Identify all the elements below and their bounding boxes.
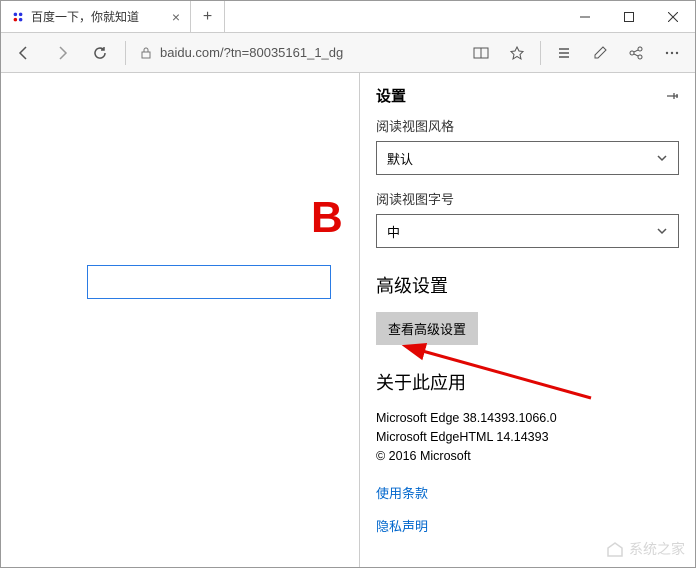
about-line-version: Microsoft Edge 38.14393.1066.0 [376, 409, 679, 428]
share-button[interactable] [619, 38, 653, 68]
separator [125, 41, 126, 65]
watermark-icon [605, 539, 625, 559]
minimize-button[interactable] [563, 1, 607, 32]
baidu-logo: B [311, 193, 342, 243]
reading-view-button[interactable] [464, 38, 498, 68]
address-bar[interactable]: baidu.com/?tn=80035161_1_dg [134, 45, 460, 60]
privacy-link[interactable]: 隐私声明 [376, 516, 679, 535]
url-text: baidu.com/?tn=80035161_1_dg [160, 45, 343, 60]
about-title: 关于此应用 [376, 369, 679, 395]
about-line-html: Microsoft EdgeHTML 14.14393 [376, 428, 679, 447]
hub-button[interactable] [547, 38, 581, 68]
about-line-copyright: © 2016 Microsoft [376, 447, 679, 466]
tab-close-icon[interactable]: × [172, 9, 180, 25]
new-tab-button[interactable]: + [191, 1, 225, 32]
pin-icon[interactable] [665, 89, 679, 103]
forward-button[interactable] [45, 38, 79, 68]
baidu-favicon-icon [11, 10, 25, 24]
back-button[interactable] [7, 38, 41, 68]
watermark: 系统之家 [605, 539, 685, 559]
close-window-button[interactable] [651, 1, 695, 32]
advanced-settings-title: 高级设置 [376, 272, 679, 298]
favorite-button[interactable] [500, 38, 534, 68]
refresh-button[interactable] [83, 38, 117, 68]
reading-style-label: 阅读视图风格 [376, 116, 679, 135]
toolbar-right [464, 38, 689, 68]
more-button[interactable] [655, 38, 689, 68]
chevron-down-icon [656, 225, 668, 237]
reading-size-value: 中 [387, 222, 400, 241]
page-content: B 设置 阅读视图风格 默认 阅读视图字号 中 高级设置 查看高级设置 关于此应… [1, 73, 695, 567]
titlebar: 百度一下，你就知道 × + [1, 1, 695, 33]
tab-title: 百度一下，你就知道 [31, 8, 139, 25]
webnote-button[interactable] [583, 38, 617, 68]
search-input[interactable] [87, 265, 331, 299]
maximize-button[interactable] [607, 1, 651, 32]
reading-style-value: 默认 [387, 149, 413, 168]
reading-style-dropdown[interactable]: 默认 [376, 141, 679, 175]
toolbar: baidu.com/?tn=80035161_1_dg [1, 33, 695, 73]
view-advanced-settings-button[interactable]: 查看高级设置 [376, 312, 478, 345]
lock-icon [140, 47, 152, 59]
separator [540, 41, 541, 65]
browser-tab[interactable]: 百度一下，你就知道 × [1, 1, 191, 32]
terms-link[interactable]: 使用条款 [376, 483, 679, 502]
chevron-down-icon [656, 152, 668, 164]
reading-size-dropdown[interactable]: 中 [376, 214, 679, 248]
about-info: Microsoft Edge 38.14393.1066.0 Microsoft… [376, 409, 679, 465]
reading-size-label: 阅读视图字号 [376, 189, 679, 208]
watermark-text: 系统之家 [629, 539, 685, 559]
settings-title: 设置 [376, 85, 406, 106]
window-controls [563, 1, 695, 32]
settings-panel: 设置 阅读视图风格 默认 阅读视图字号 中 高级设置 查看高级设置 关于此应用 … [359, 73, 695, 567]
